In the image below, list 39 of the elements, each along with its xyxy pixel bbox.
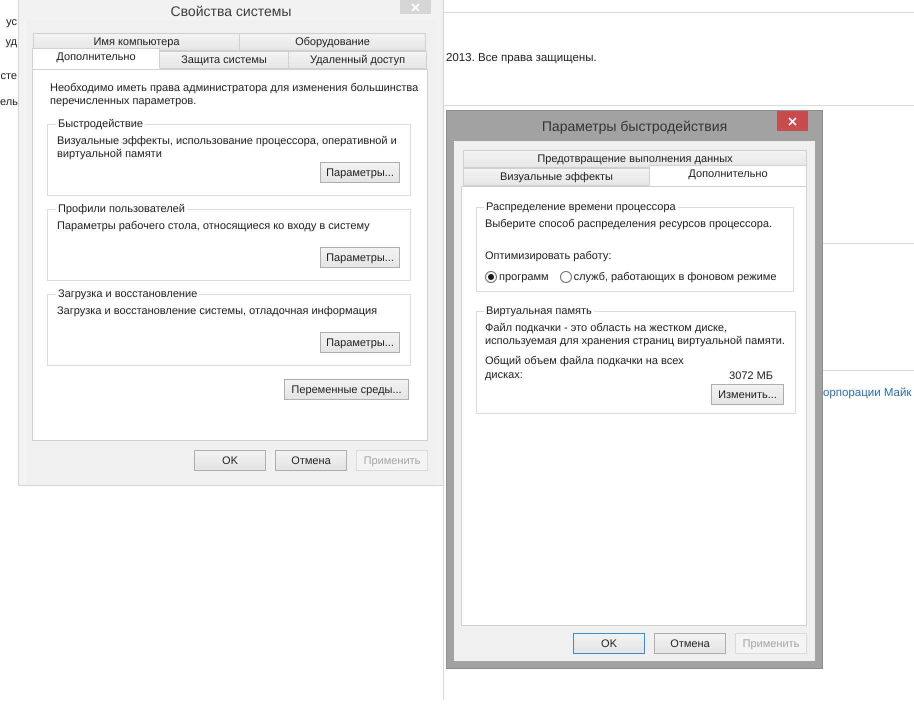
radio-button[interactable] <box>560 271 572 283</box>
total-value: 3072 МБ <box>729 370 773 382</box>
radio-label: программ <box>499 271 549 283</box>
radio-label: служб, работающих в фоновом режиме <box>574 271 776 283</box>
group-title: Распределение времени процессора <box>485 201 677 214</box>
close-icon <box>788 116 797 126</box>
close-icon <box>411 2 420 12</box>
group-title: Быстродействие <box>57 118 144 131</box>
tab[interactable]: Дополнительно <box>649 165 807 186</box>
group-title: Виртуальная память <box>485 305 593 318</box>
page-text: сте <box>0 69 17 84</box>
tab[interactable]: Предотвращение выполнения данных <box>463 150 807 168</box>
page-text: ель <box>0 95 17 110</box>
window-title: Параметры быстродействия <box>542 118 728 134</box>
close-button[interactable] <box>777 111 808 131</box>
prompt-text: Оптимизировать работу: <box>485 250 612 262</box>
change-button[interactable]: Изменить... <box>711 384 784 405</box>
group-title: Профили пользователей <box>57 203 186 216</box>
settings-button[interactable]: Параметры... <box>320 162 400 183</box>
tab[interactable]: Визуальные эффекты <box>463 168 650 186</box>
group-title: Загрузка и восстановление <box>57 288 198 301</box>
dialog-button[interactable]: OK <box>573 633 645 654</box>
dialog-button[interactable]: Отмена <box>654 633 726 654</box>
copyright-text: 2013. Все права защищены. <box>446 52 597 64</box>
link[interactable]: орпорации Майк <box>823 387 912 399</box>
description-text: Выберите способ распределения ресурсов процессора. <box>485 218 772 231</box>
description-text: Файл подкачки - это область на жестком диске, используемая для хранения страниц виртуальной памяти. <box>485 322 785 348</box>
page-text: ус <box>5 15 17 30</box>
description-text: Визуальные эффекты, использование процессора, оперативной и виртуальной памяти <box>57 135 397 161</box>
settings-button[interactable]: Параметры... <box>320 332 400 353</box>
environment-button[interactable]: Переменные среды... <box>284 379 409 400</box>
radio-button[interactable] <box>485 271 497 283</box>
settings-button[interactable]: Параметры... <box>320 247 400 268</box>
window-title: Свойства системы <box>170 2 292 18</box>
note-text: Необходимо иметь права администратора для изменения большинства перечисленных параметров. <box>50 82 418 108</box>
page-text: уд <box>4 35 17 50</box>
description-text: Загрузка и восстановление системы, отладочная информация <box>57 305 378 319</box>
description-text: Параметры рабочего стола, относящиеся ко входу в систему <box>57 220 370 234</box>
total-label: Общий объем файла подкачки на всех дисках: <box>485 354 685 382</box>
